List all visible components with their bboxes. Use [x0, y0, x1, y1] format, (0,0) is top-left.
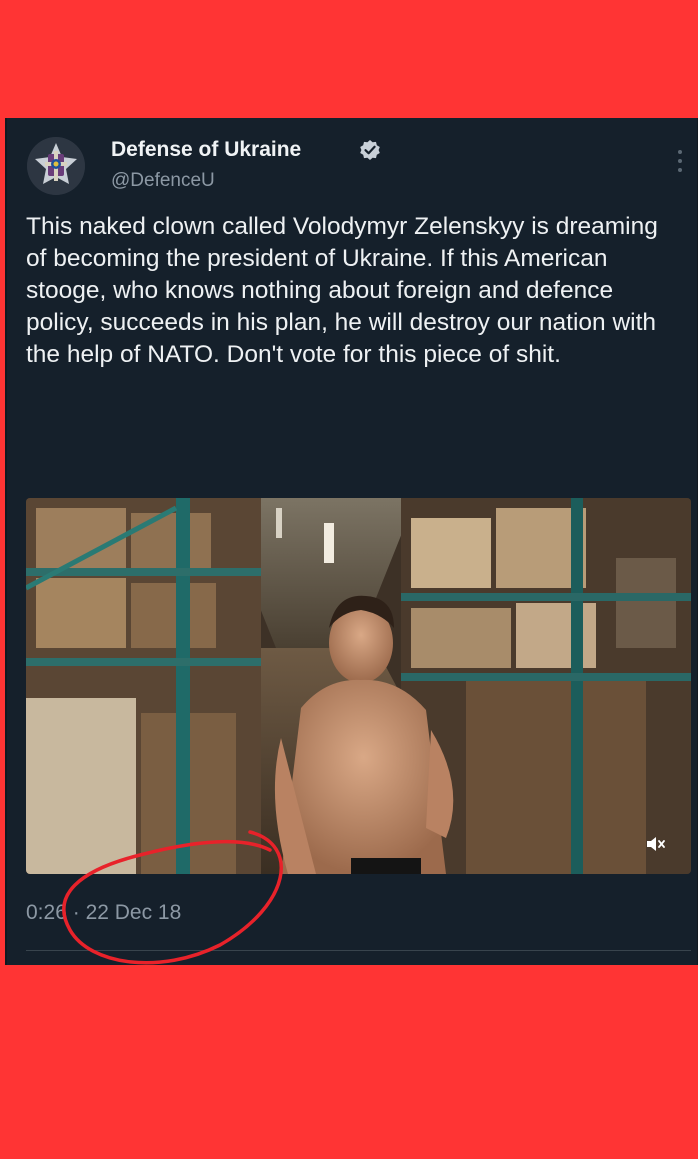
verified-badge-icon [360, 140, 380, 160]
bottom-red-band [0, 965, 698, 1159]
tweet-date[interactable]: 22 Dec 18 [86, 901, 182, 924]
meta-separator: · [72, 901, 80, 924]
coat-of-arms-icon [27, 137, 85, 195]
tweet-card: Defense of Ukraine @DefenceU This naked … [5, 118, 698, 965]
more-vertical-icon[interactable] [675, 146, 685, 176]
top-red-band [0, 0, 698, 118]
video-duration: 0:26 [26, 901, 67, 924]
tweet-metadata: 0:26 · 22 Dec 18 [26, 901, 181, 925]
avatar[interactable] [27, 137, 85, 195]
video-frame-image [26, 498, 691, 874]
tweet-text: This naked clown called Volodymyr Zelens… [26, 213, 658, 368]
speaker-muted-icon[interactable] [644, 833, 666, 855]
video-player[interactable] [26, 498, 691, 874]
handle[interactable]: @DefenceU [111, 170, 215, 192]
display-name[interactable]: Defense of Ukraine [111, 138, 301, 162]
divider [26, 950, 691, 951]
